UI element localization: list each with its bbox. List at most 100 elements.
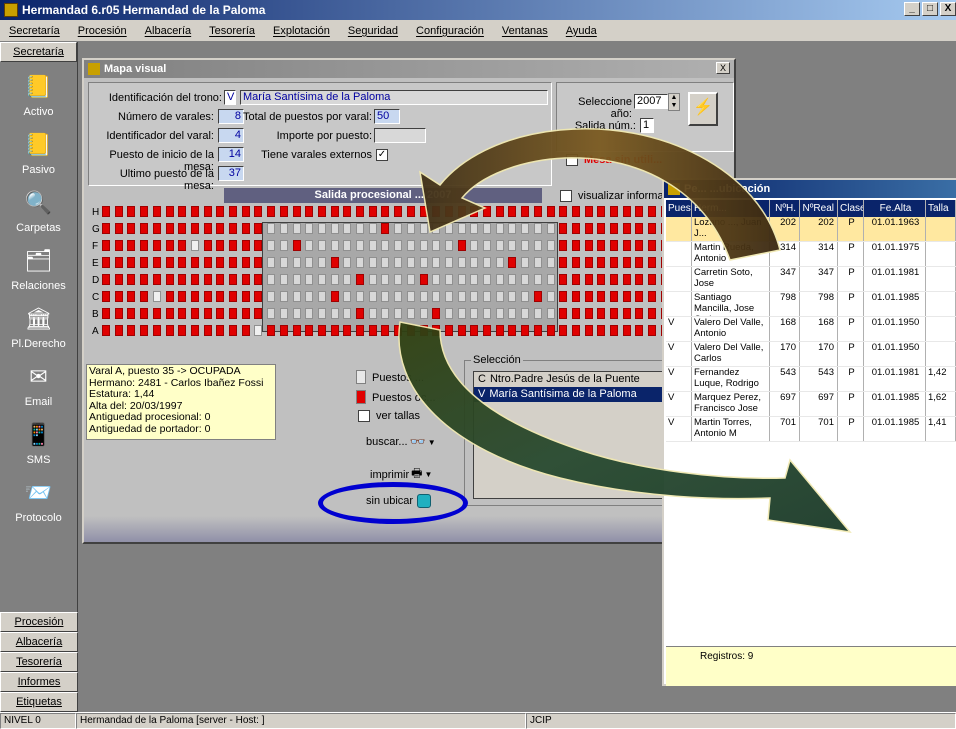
seat[interactable] [343, 223, 352, 234]
seat[interactable] [368, 291, 377, 302]
sidebar-bottom-item-2[interactable]: Tesorería [0, 652, 78, 672]
seat[interactable] [381, 325, 390, 336]
seat[interactable] [216, 206, 225, 217]
seat[interactable] [508, 308, 517, 319]
seat[interactable] [546, 257, 555, 268]
seat[interactable] [267, 308, 276, 319]
seat[interactable] [127, 206, 136, 217]
popup-row[interactable]: V Marquez Perez, Francisco Jose 697 697 P 01.… [666, 392, 956, 417]
seat[interactable] [127, 308, 136, 319]
seat[interactable] [457, 325, 466, 336]
seat[interactable] [394, 240, 403, 251]
seat[interactable] [394, 325, 403, 336]
seat[interactable] [165, 223, 174, 234]
seat[interactable] [381, 206, 390, 217]
seat[interactable] [127, 274, 136, 285]
popup-row[interactable]: Santiago Mancilla, Jose Carlos798798P01.… [666, 292, 956, 317]
seat[interactable] [165, 206, 174, 217]
seat[interactable] [597, 308, 606, 319]
seat[interactable] [102, 274, 110, 285]
menu-item-1[interactable]: Procesión [69, 25, 136, 37]
seat[interactable] [597, 206, 606, 217]
seat[interactable] [229, 274, 237, 285]
menu-item-8[interactable]: Ayuda [557, 25, 606, 37]
seat[interactable] [508, 257, 517, 268]
seat[interactable] [114, 274, 123, 285]
seat[interactable] [241, 257, 250, 268]
seat[interactable] [559, 291, 568, 302]
seat[interactable] [470, 308, 479, 319]
seat[interactable] [444, 325, 453, 336]
seat[interactable] [546, 291, 555, 302]
seat[interactable] [254, 223, 263, 234]
seat[interactable] [508, 206, 517, 217]
seat[interactable] [114, 325, 123, 336]
seat[interactable] [610, 223, 618, 234]
anio-spinner[interactable]: ▲ ▼ [668, 93, 680, 111]
seat[interactable] [305, 206, 314, 217]
seat[interactable] [597, 257, 606, 268]
seat[interactable] [610, 240, 618, 251]
sidebar-top-secretaria[interactable]: Secretaría [0, 42, 77, 62]
seat[interactable] [495, 325, 504, 336]
menu-item-3[interactable]: Tesorería [200, 25, 264, 37]
seat[interactable] [381, 308, 390, 319]
seat[interactable] [559, 240, 568, 251]
seat[interactable] [571, 325, 580, 336]
seat[interactable] [521, 206, 530, 217]
seat[interactable] [381, 240, 390, 251]
seat[interactable] [203, 257, 212, 268]
seat[interactable] [343, 240, 352, 251]
seat[interactable] [356, 308, 364, 319]
seat[interactable] [457, 291, 466, 302]
sidebar-item-0[interactable]: 📒 Activo [0, 62, 77, 120]
seat[interactable] [178, 308, 187, 319]
seat[interactable] [305, 325, 314, 336]
seat[interactable] [127, 223, 136, 234]
seat[interactable] [305, 274, 314, 285]
sidebar-bottom-item-3[interactable]: Informes [0, 672, 78, 692]
seat[interactable] [165, 274, 174, 285]
seat[interactable] [203, 325, 212, 336]
seat[interactable] [622, 308, 631, 319]
seat[interactable] [622, 291, 631, 302]
seat[interactable] [356, 274, 364, 285]
seat[interactable] [229, 257, 237, 268]
seat[interactable] [521, 223, 530, 234]
seat[interactable] [533, 274, 542, 285]
id-trono-code-field[interactable]: V [224, 90, 236, 105]
seat[interactable] [394, 291, 403, 302]
seat[interactable] [356, 240, 364, 251]
seat[interactable] [571, 274, 580, 285]
seat[interactable] [571, 291, 580, 302]
seat[interactable] [114, 308, 123, 319]
seat[interactable] [610, 257, 618, 268]
seat[interactable] [444, 240, 453, 251]
seat[interactable] [203, 240, 212, 251]
seat[interactable] [140, 223, 149, 234]
seat[interactable] [571, 206, 580, 217]
seat[interactable] [216, 257, 225, 268]
seat[interactable] [343, 291, 352, 302]
popup-header-0[interactable]: Puest [666, 200, 692, 217]
popup-row[interactable]: V Fernandez Luque, Rodrigo 543 543 P 01.01.19… [666, 367, 956, 392]
seat[interactable] [140, 206, 149, 217]
sidebar-item-7[interactable]: 📨 Protocolo [0, 468, 77, 526]
seat[interactable] [533, 291, 542, 302]
seat[interactable] [292, 240, 301, 251]
seat[interactable] [419, 291, 428, 302]
seat[interactable] [597, 291, 606, 302]
seat[interactable] [279, 291, 288, 302]
seat[interactable] [317, 325, 326, 336]
seat[interactable] [140, 240, 149, 251]
seat[interactable] [457, 257, 466, 268]
seat[interactable] [190, 257, 199, 268]
seat[interactable] [483, 308, 491, 319]
popup-header-5[interactable]: Clase [838, 200, 864, 217]
seat[interactable] [330, 274, 339, 285]
seat[interactable] [419, 223, 428, 234]
seat[interactable] [635, 291, 644, 302]
seat[interactable] [635, 274, 644, 285]
seat[interactable] [317, 308, 326, 319]
seat[interactable] [406, 325, 415, 336]
